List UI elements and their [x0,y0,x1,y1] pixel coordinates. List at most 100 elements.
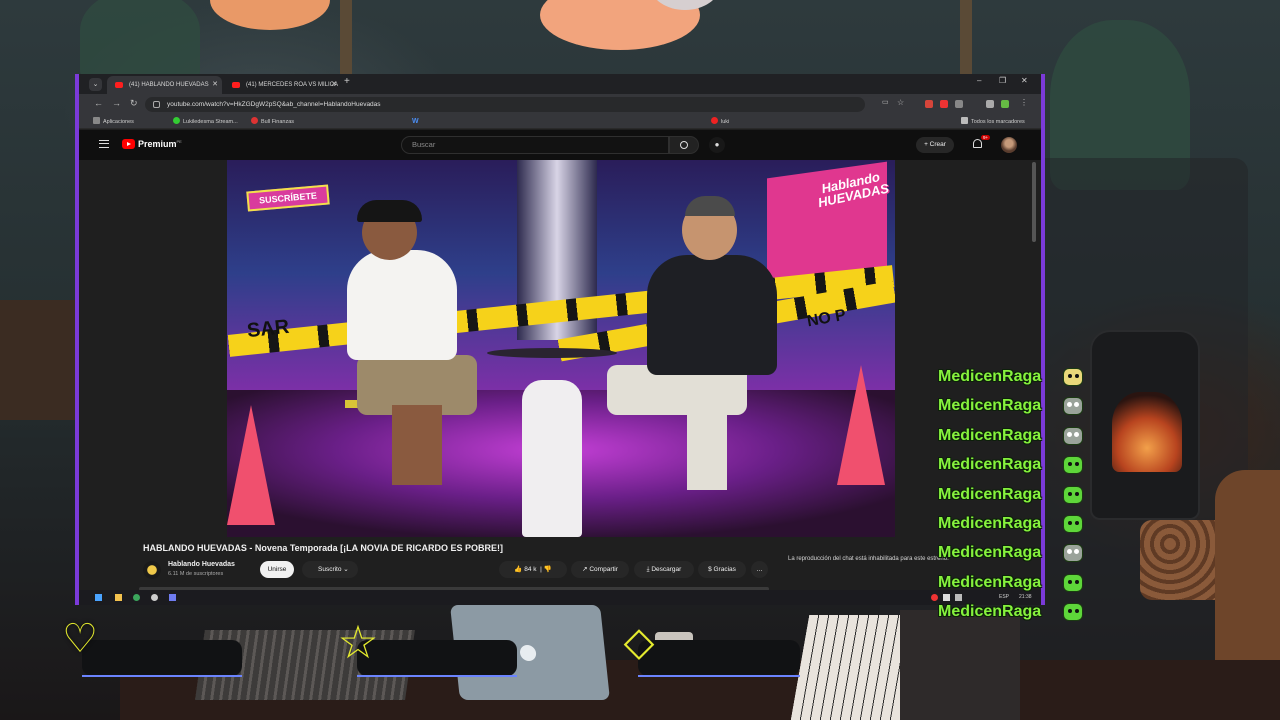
download-label: Descargar [651,566,682,573]
fragile-statue [522,380,582,537]
start-icon[interactable] [95,594,102,601]
minimize-button[interactable]: – [977,76,981,85]
share-label: Compartir [589,566,618,573]
bookmark-label: Lukiledesma Stream... [183,119,238,125]
close-tab-icon[interactable]: ✕ [212,76,218,94]
forward-icon[interactable]: → [112,98,121,108]
all-bookmarks-label: Todos los marcadores [971,119,1025,125]
shelf [0,300,75,420]
maximize-button[interactable]: ❐ [999,76,1006,85]
channel-avatar[interactable] [143,561,161,579]
tab-hablando-huevadas[interactable]: (41) HABLANDO HUEVADAS ✕ [107,76,222,94]
settings-icon[interactable] [151,594,158,601]
youtube-logo-icon[interactable] [122,139,135,149]
extension-icon[interactable] [986,100,994,108]
bookmark-luki[interactable]: luki [711,117,729,126]
thanks-button[interactable]: $ Gracias [698,561,746,578]
chat-message: MedicenRaga [938,514,1083,544]
youtube-premium-logo[interactable]: PremiumPE [138,139,182,149]
extension-icon[interactable] [955,100,963,108]
cast-icon[interactable]: ▭ [882,98,889,106]
green-face-emote-icon [1063,573,1083,592]
wood-stove [1090,330,1200,520]
create-button[interactable]: + Crear [916,137,954,153]
share-button[interactable]: ↗ Compartir [571,561,629,578]
tab-label: (41) HABLANDO HUEVADAS [129,82,209,88]
channel-name[interactable]: Hablando Huevadas [168,561,235,568]
bookmark-apps[interactable]: Aplicaciones [93,117,134,126]
site-info-icon[interactable] [153,101,160,108]
bookmark-label: Aplicaciones [103,119,134,125]
chat-username: MedicenRaga [938,397,1042,415]
close-tab-icon[interactable]: ✕ [331,76,337,94]
notifications-icon[interactable] [973,139,982,148]
url-text: youtube.com/watch?v=HkZGDgW2pSQ&ab_chann… [167,101,381,108]
app-icon[interactable] [169,594,176,601]
file-explorer-icon[interactable] [115,594,122,601]
download-button[interactable]: ⤓ Descargar [634,561,694,578]
traffic-cone [837,365,885,485]
kick-icon [173,117,180,124]
video-title: HABLANDO HUEVADAS - Novena Temporada [¡L… [143,543,504,553]
browser-window: ⌄ (41) HABLANDO HUEVADAS ✕ (41) MERCEDES… [75,74,1045,605]
side-table [487,348,617,358]
green-face-emote-icon [1063,456,1083,475]
join-button[interactable]: Unirse [260,561,294,578]
chat-username: MedicenRaga [938,485,1042,503]
extension-icon[interactable] [940,100,948,108]
create-label: Crear [929,141,946,148]
bookmark-bull-finanzas[interactable]: Bull Finanzas [251,117,294,126]
voice-search-icon[interactable]: ● [709,137,725,153]
alert-progress-line [638,675,800,677]
youtube-header: PremiumPE Buscar ● + Crear 9+ [79,130,1041,160]
reload-icon[interactable]: ↻ [130,98,138,109]
search-input[interactable]: Buscar [401,136,669,154]
extension-icon[interactable] [925,100,933,108]
logo-text: Premium [138,139,177,149]
chat-message: MedicenRaga [938,485,1083,515]
more-actions-button[interactable]: … [751,561,768,578]
folder-icon [961,117,968,124]
yellow-face-emote-icon [1063,368,1083,386]
profile-icon[interactable] [1001,100,1009,108]
page-scrollbar[interactable] [1032,162,1036,242]
back-icon[interactable]: ← [94,98,103,108]
like-dislike-button[interactable]: 👍 84 k | 👎 [499,561,567,578]
chat-username: MedicenRaga [938,456,1042,474]
tab-search-button[interactable]: ⌄ [89,78,102,91]
all-bookmarks[interactable]: Todos los marcadores [961,117,1025,126]
green-face-emote-icon [1063,485,1083,504]
youtube-favicon-icon [232,82,240,88]
subscribed-label: Suscrito [318,566,342,573]
menu-icon[interactable]: ⋮ [1020,98,1028,107]
chat-message: MedicenRaga [938,544,1083,573]
chrome-icon[interactable] [133,594,140,601]
host-left-cap [357,200,422,222]
address-bar-row: ← → ↻ youtube.com/watch?v=HkZGDgW2pSQ&ab… [79,94,1041,114]
fire [1112,392,1182,472]
bookmark-word[interactable]: W [412,117,419,126]
subscribed-button[interactable]: Suscrito ⌄ [302,561,358,578]
notifications-badge: 9+ [981,135,991,140]
grey-skull-emote-icon [1063,544,1083,563]
chat-message: MedicenRaga [938,603,1083,632]
chat-username: MedicenRaga [938,573,1042,591]
guide-menu-icon[interactable] [99,140,109,148]
logo-region: PE [176,139,182,144]
new-tab-button[interactable]: + [344,76,350,87]
close-window-button[interactable]: ✕ [1021,76,1028,85]
alert-progress-line [82,675,242,677]
video-player[interactable]: SAR NO P SUSCRÍBETE Hablando HUEVADAS [227,160,895,537]
ceiling-beam [340,0,352,80]
host-right-hair [685,196,735,216]
tray-app-icon[interactable] [931,594,938,601]
bookmark-star-icon[interactable]: ☆ [897,98,904,107]
tab-mercedes-roa[interactable]: (41) MERCEDES ROA VS MILICA ✕ [224,76,341,94]
account-avatar[interactable] [1001,137,1017,153]
host-right [647,255,777,375]
bookmark-stream[interactable]: Lukiledesma Stream... [173,117,238,126]
url-field[interactable]: youtube.com/watch?v=HkZGDgW2pSQ&ab_chann… [145,97,865,112]
chair [1215,470,1280,670]
search-button[interactable] [669,136,699,154]
chat-message: MedicenRaga [938,368,1083,397]
